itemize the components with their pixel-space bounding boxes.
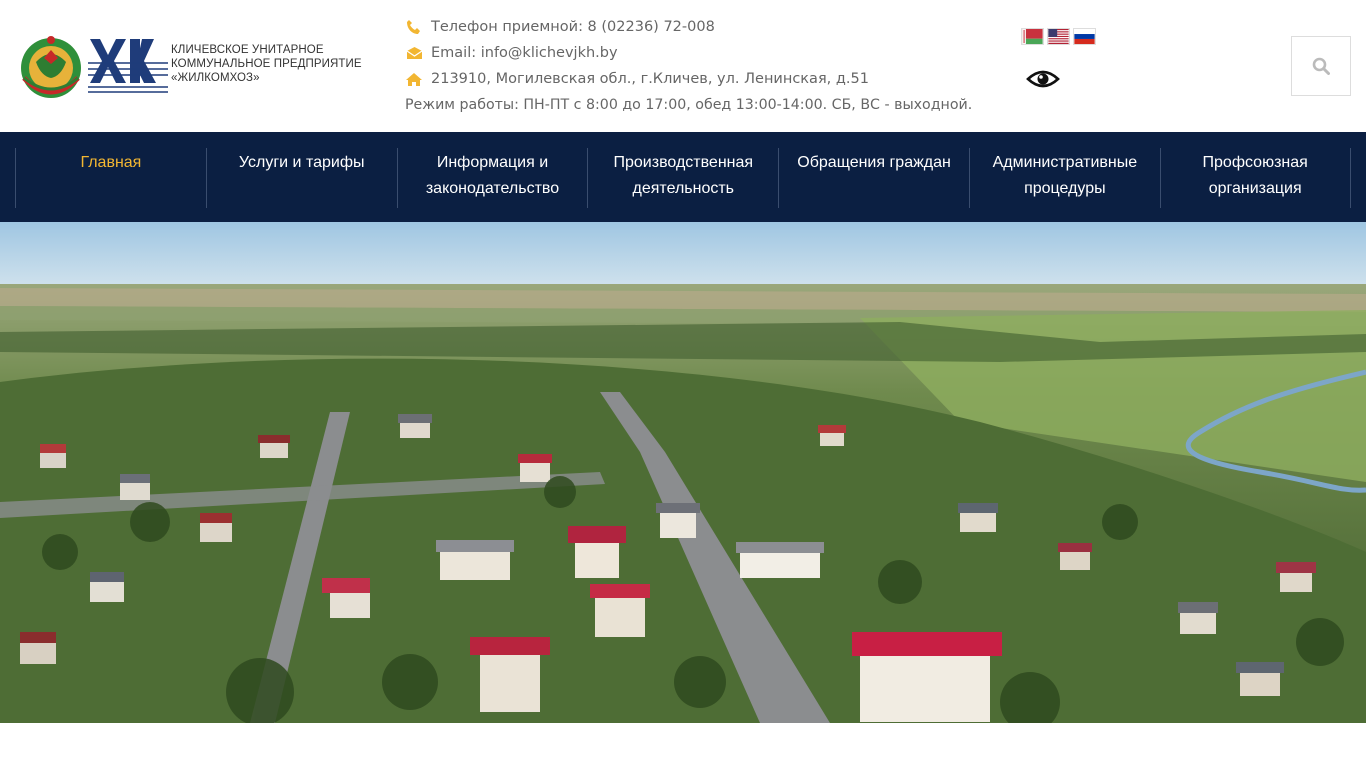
- phone-text[interactable]: Телефон приемной: 8 (02236) 72-008: [431, 19, 715, 35]
- nav-item-label-line-2: законодательство: [425, 180, 560, 197]
- nav-item-services-tariffs[interactable]: Услуги и тарифы: [205, 148, 397, 208]
- address-row: 213910, Могилевская обл., г.Кличев, ул. …: [405, 66, 1005, 92]
- nav-list: Главная Услуги и тарифы Информация и зак…: [15, 148, 1351, 208]
- nav-item-home[interactable]: Главная: [15, 148, 206, 208]
- main-navigation: Главная Услуги и тарифы Информация и зак…: [0, 132, 1366, 222]
- nav-item-label: Производственная: [613, 154, 754, 171]
- search-icon: [1312, 57, 1330, 75]
- nav-item-label: Главная: [80, 154, 142, 171]
- language-switcher: [1021, 28, 1096, 45]
- nav-item-production-activity[interactable]: Производственная деятельность: [587, 148, 778, 208]
- search-button[interactable]: [1291, 36, 1351, 96]
- phone-row: Телефон приемной: 8 (02236) 72-008: [405, 14, 1005, 40]
- nav-item-label-line-2: процедуры: [1024, 180, 1106, 197]
- logo-text-line-2: КОММУНАЛЬНОЕ ПРЕДПРИЯТИЕ: [171, 58, 362, 70]
- flag-ru-icon[interactable]: [1073, 28, 1096, 45]
- nav-item-label: Информация и: [436, 154, 549, 171]
- phone-icon: [405, 19, 423, 35]
- email-row: Email: info@klichevjkh.by: [405, 40, 1005, 66]
- working-hours-text: Режим работы: ПН-ПТ с 8:00 до 17:00, обе…: [405, 97, 973, 113]
- logo-text-line-3: «ЖИЛКОМХОЗ»: [171, 72, 260, 84]
- nav-item-label: Обращения граждан: [797, 154, 951, 171]
- zhilkomkhoz-logo-icon: [88, 39, 168, 93]
- hero-banner-image: [0, 222, 1366, 723]
- state-emblem-icon: [21, 36, 81, 98]
- nav-item-administrative-procedures[interactable]: Административные процедуры: [968, 148, 1160, 208]
- logo-text-line-1: КЛИЧЕВСКОЕ УНИТАРНОЕ: [171, 44, 324, 56]
- site-header: КЛИЧЕВСКОЕ УНИТАРНОЕ КОММУНАЛЬНОЕ ПРЕДПР…: [0, 0, 1366, 132]
- nav-item-citizen-appeals[interactable]: Обращения граждан: [778, 148, 969, 208]
- envelope-icon: [405, 45, 423, 61]
- hours-row: Режим работы: ПН-ПТ с 8:00 до 17:00, обе…: [405, 92, 1005, 118]
- nav-item-label: Услуги и тарифы: [238, 154, 365, 171]
- address-text: 213910, Могилевская обл., г.Кличев, ул. …: [431, 71, 869, 87]
- site-logo[interactable]: КЛИЧЕВСКОЕ УНИТАРНОЕ КОММУНАЛЬНОЕ ПРЕДПР…: [16, 32, 366, 102]
- contact-info: Телефон приемной: 8 (02236) 72-008 Email…: [405, 14, 1005, 118]
- nav-item-label-line-2: деятельность: [632, 180, 735, 197]
- eye-icon[interactable]: [1026, 67, 1060, 91]
- nav-item-trade-union[interactable]: Профсоюзная организация: [1159, 148, 1351, 208]
- flag-en-icon[interactable]: [1047, 28, 1070, 45]
- nav-item-information-legislation[interactable]: Информация и законодательство: [396, 148, 588, 208]
- nav-item-label: Административные: [992, 154, 1138, 171]
- flag-by-icon[interactable]: [1021, 28, 1044, 45]
- email-link[interactable]: Email: info@klichevjkh.by: [431, 45, 618, 61]
- nav-item-label-line-2: организация: [1208, 180, 1302, 197]
- nav-item-label: Профсоюзная: [1202, 154, 1308, 171]
- logo-text: КЛИЧЕВСКОЕ УНИТАРНОЕ КОММУНАЛЬНОЕ ПРЕДПР…: [171, 43, 371, 85]
- home-icon: [405, 71, 423, 87]
